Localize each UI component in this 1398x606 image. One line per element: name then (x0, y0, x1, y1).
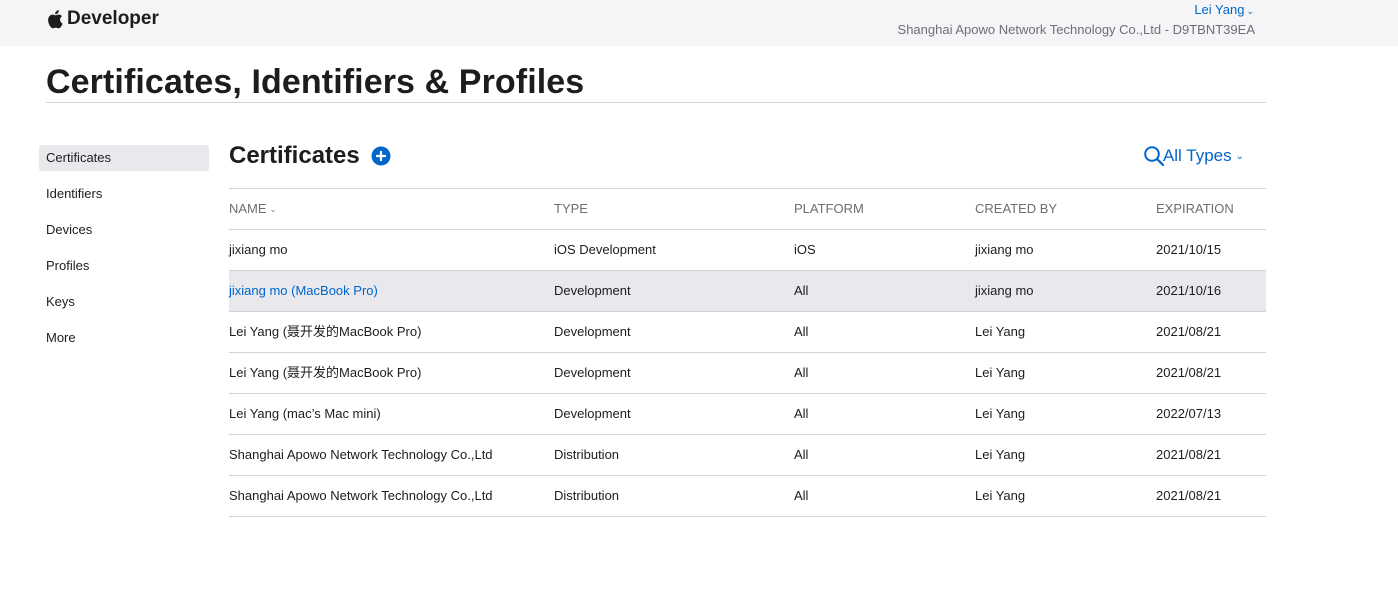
table-row[interactable]: Shanghai Apowo Network Technology Co.,Lt… (229, 435, 1266, 476)
table-header-row: NAME ⌄ TYPE PLATFORM CREATED BY EXPIRATIO… (229, 189, 1266, 230)
column-header-name[interactable]: NAME ⌄ (229, 189, 276, 230)
global-header: Developer Lei Yang ⌄ Shanghai Apowo Netwo… (0, 0, 1398, 46)
search-icon[interactable] (1143, 145, 1165, 167)
table-row[interactable]: Lei Yang (聂开发的MacBook Pro) Development A… (229, 312, 1266, 353)
cell-created-by: Lei Yang (975, 406, 1026, 421)
cell-created-by: Lei Yang (975, 447, 1026, 462)
user-menu-button[interactable]: Lei Yang ⌄ (898, 2, 1254, 19)
cell-expiration: 2021/10/16 (1156, 283, 1222, 298)
type-filter-dropdown[interactable]: All Types ⌄ (1163, 146, 1244, 167)
cell-created-by: Lei Yang (975, 488, 1026, 503)
chevron-down-icon: ⌄ (1235, 151, 1244, 162)
sidebar: Certificates Identifiers Devices Profile… (39, 145, 209, 361)
cell-platform: All (794, 406, 809, 421)
cell-platform: All (794, 283, 809, 298)
table-row[interactable]: jixiang mo iOS Development iOS jixiang m… (229, 230, 1266, 271)
cell-expiration: 2021/08/21 (1156, 324, 1222, 339)
chevron-down-icon: ⌄ (1246, 6, 1254, 16)
column-header-type: TYPE (554, 201, 588, 216)
sidebar-item-identifiers[interactable]: Identifiers (39, 181, 209, 207)
cell-expiration: 2021/08/21 (1156, 488, 1222, 503)
account-menu: Lei Yang ⌄ Shanghai Apowo Network Technol… (898, 2, 1266, 38)
cell-type: Distribution (554, 488, 620, 503)
cell-type: Development (554, 324, 631, 339)
cell-name: Shanghai Apowo Network Technology Co.,Lt… (229, 447, 493, 462)
team-name: Shanghai Apowo Network Technology Co.,Lt… (897, 22, 1255, 37)
cell-created-by: jixiang mo (975, 242, 1034, 257)
sidebar-item-profiles[interactable]: Profiles (39, 253, 209, 279)
user-name: Lei Yang (1194, 2, 1245, 17)
cell-type: Distribution (554, 447, 620, 462)
cell-platform: All (794, 365, 809, 380)
cell-name: Shanghai Apowo Network Technology Co.,Lt… (229, 488, 493, 503)
developer-home-link[interactable]: Developer (46, 8, 159, 30)
sort-chevron-icon: ⌄ (269, 205, 277, 214)
cell-created-by: jixiang mo (975, 283, 1034, 298)
cell-name: Lei Yang (聂开发的MacBook Pro) (229, 324, 422, 339)
cell-platform: All (794, 324, 809, 339)
cell-type: Development (554, 365, 631, 380)
cell-created-by: Lei Yang (975, 324, 1026, 339)
page-title: Certificates, Identifiers & Profiles (46, 63, 585, 101)
cell-expiration: 2021/08/21 (1156, 447, 1222, 462)
section-title: Certificates (229, 142, 360, 169)
cell-type: Development (554, 283, 631, 298)
sidebar-item-devices[interactable]: Devices (39, 217, 209, 243)
column-header-created-by: CREATED BY (975, 201, 1058, 216)
column-header-platform: PLATFORM (794, 201, 864, 216)
cell-name: Lei Yang (mac’s Mac mini) (229, 406, 381, 421)
add-circle-icon[interactable] (371, 146, 391, 166)
apple-logo-icon (48, 10, 63, 29)
table-row[interactable]: Lei Yang (mac’s Mac mini) Development Al… (229, 394, 1266, 435)
divider (46, 102, 1266, 103)
cell-name: Lei Yang (聂开发的MacBook Pro) (229, 365, 422, 380)
cell-expiration: 2021/08/21 (1156, 365, 1222, 380)
type-filter-label: All Types (1162, 146, 1232, 165)
column-header-expiration: EXPIRATION (1156, 201, 1234, 216)
cell-platform: All (794, 488, 809, 503)
cell-platform: All (794, 447, 809, 462)
sidebar-item-keys[interactable]: Keys (39, 289, 209, 315)
sidebar-item-certificates[interactable]: Certificates (39, 145, 209, 171)
table-row[interactable]: jixiang mo (MacBook Pro) Development All… (229, 271, 1266, 312)
table-row[interactable]: Shanghai Apowo Network Technology Co.,Lt… (229, 476, 1266, 517)
section-header: Certificates All Types ⌄ (229, 138, 1266, 174)
certificates-table: NAME ⌄ TYPE PLATFORM CREATED BY EXPIRATIO… (229, 188, 1266, 517)
cell-expiration: 2022/07/13 (1156, 406, 1222, 421)
cell-name: jixiang mo (229, 242, 288, 257)
cell-created-by: Lei Yang (975, 365, 1026, 380)
column-header-name-label: NAME (229, 201, 267, 216)
cell-name[interactable]: jixiang mo (MacBook Pro) (229, 271, 378, 311)
cell-type: Development (554, 406, 631, 421)
brand-label: Developer (67, 8, 159, 29)
cell-expiration: 2021/10/15 (1156, 242, 1222, 257)
table-row[interactable]: Lei Yang (聂开发的MacBook Pro) Development A… (229, 353, 1266, 394)
cell-type: iOS Development (554, 242, 656, 257)
cell-platform: iOS (794, 242, 816, 257)
sidebar-item-more[interactable]: More (39, 325, 209, 351)
